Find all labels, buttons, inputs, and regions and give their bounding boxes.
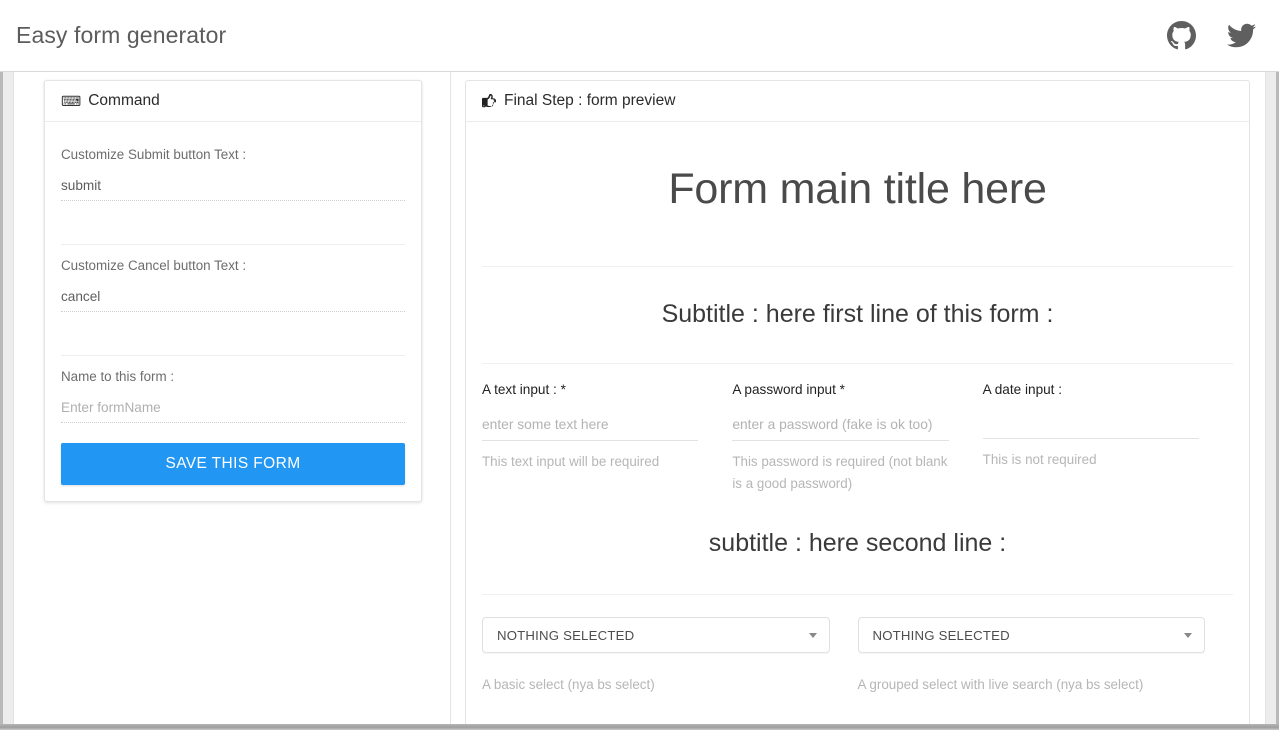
password-input-group: A password input * enter a password (fak… <box>732 382 982 494</box>
cancel-text-label: Customize Cancel button Text : <box>61 258 247 273</box>
grouped-select-help: A grouped select with live search (nya b… <box>857 677 1144 693</box>
date-input-help: This is not required <box>982 452 1097 467</box>
date-input-group: A date input : This is not required <box>982 382 1233 494</box>
form-subtitle-first: Subtitle : here first line of this form … <box>661 300 1054 328</box>
form-name-field-group: Name to this form : Enter formName <box>61 356 405 427</box>
chevron-down-icon <box>1184 633 1192 639</box>
github-icon[interactable] <box>1167 21 1196 50</box>
submit-text-input[interactable]: submit <box>61 178 405 201</box>
command-panel-body: Customize Submit button Text : submit Cu… <box>45 122 421 501</box>
grouped-select[interactable]: NOTHING SELECTED <box>857 617 1205 654</box>
text-input-field[interactable]: enter some text here <box>482 417 699 441</box>
field-separator-1 <box>61 205 405 245</box>
form-name-label: Name to this form : <box>61 369 175 384</box>
twitter-icon[interactable] <box>1226 21 1257 50</box>
chevron-down-icon <box>808 633 817 639</box>
command-panel-title: Command <box>88 92 160 109</box>
window-bottom-edge <box>0 724 1279 730</box>
preview-panel-header: Final Step : form preview <box>466 81 1249 122</box>
text-input-label: A text input : * <box>482 382 566 397</box>
cancel-text-field-group: Customize Cancel button Text : cancel <box>61 245 405 316</box>
password-input-field[interactable]: enter a password (fake is ok too) <box>732 417 949 441</box>
app-window: Easy form generator ⌨ Command Customize … <box>0 0 1279 730</box>
basic-select[interactable]: NOTHING SELECTED <box>482 617 830 654</box>
preview-panel-title: Final Step : form preview <box>504 92 676 109</box>
command-panel: ⌨ Command Customize Submit button Text :… <box>44 80 422 502</box>
window-left-edge <box>0 72 3 730</box>
basic-select-help: A basic select (nya bs select) <box>482 677 655 693</box>
column-divider <box>450 72 451 730</box>
app-title: Easy form generator <box>16 22 227 48</box>
submit-text-field-group: Customize Submit button Text : submit <box>61 134 405 205</box>
submit-text-label: Customize Submit button Text : <box>61 147 247 162</box>
command-panel-header: ⌨ Command <box>45 81 421 122</box>
field-separator-2 <box>61 316 405 356</box>
form-name-input[interactable]: Enter formName <box>61 400 405 423</box>
text-input-help: This text input will be required <box>482 454 660 469</box>
top-navbar: Easy form generator <box>0 0 1279 72</box>
selects-row: NOTHING SELECTED A basic select (nya bs … <box>482 595 1233 692</box>
form-subtitle-second: subtitle : here second line : <box>708 529 1007 558</box>
keyboard-icon: ⌨ <box>61 93 82 109</box>
inputs-row: A text input : * enter some text here Th… <box>482 364 1233 494</box>
date-input-field[interactable] <box>982 417 1199 439</box>
basic-select-group: NOTHING SELECTED A basic select (nya bs … <box>482 617 858 692</box>
form-main-title: Form main title here <box>668 165 1047 213</box>
date-input-label: A date input : <box>982 382 1063 397</box>
cancel-text-input[interactable]: cancel <box>61 289 405 312</box>
thumbs-up-icon <box>482 93 497 109</box>
basic-select-value: NOTHING SELECTED <box>497 627 635 643</box>
password-input-help: This password is required (not blank is … <box>732 454 948 491</box>
form-preview-body: Form main title here Subtitle : here fir… <box>466 122 1249 692</box>
save-this-form-button[interactable]: SAVE THIS FORM <box>61 443 405 485</box>
password-input-label: A password input * <box>732 382 845 397</box>
navbar-icon-group <box>1167 21 1257 50</box>
preview-panel: Final Step : form preview Form main titl… <box>465 80 1250 730</box>
grouped-select-value: NOTHING SELECTED <box>872 627 1010 643</box>
page-content: ⌨ Command Customize Submit button Text :… <box>14 72 1265 730</box>
text-input-group: A text input : * enter some text here Th… <box>482 382 732 494</box>
grouped-select-group: NOTHING SELECTED A grouped select with l… <box>857 617 1234 693</box>
